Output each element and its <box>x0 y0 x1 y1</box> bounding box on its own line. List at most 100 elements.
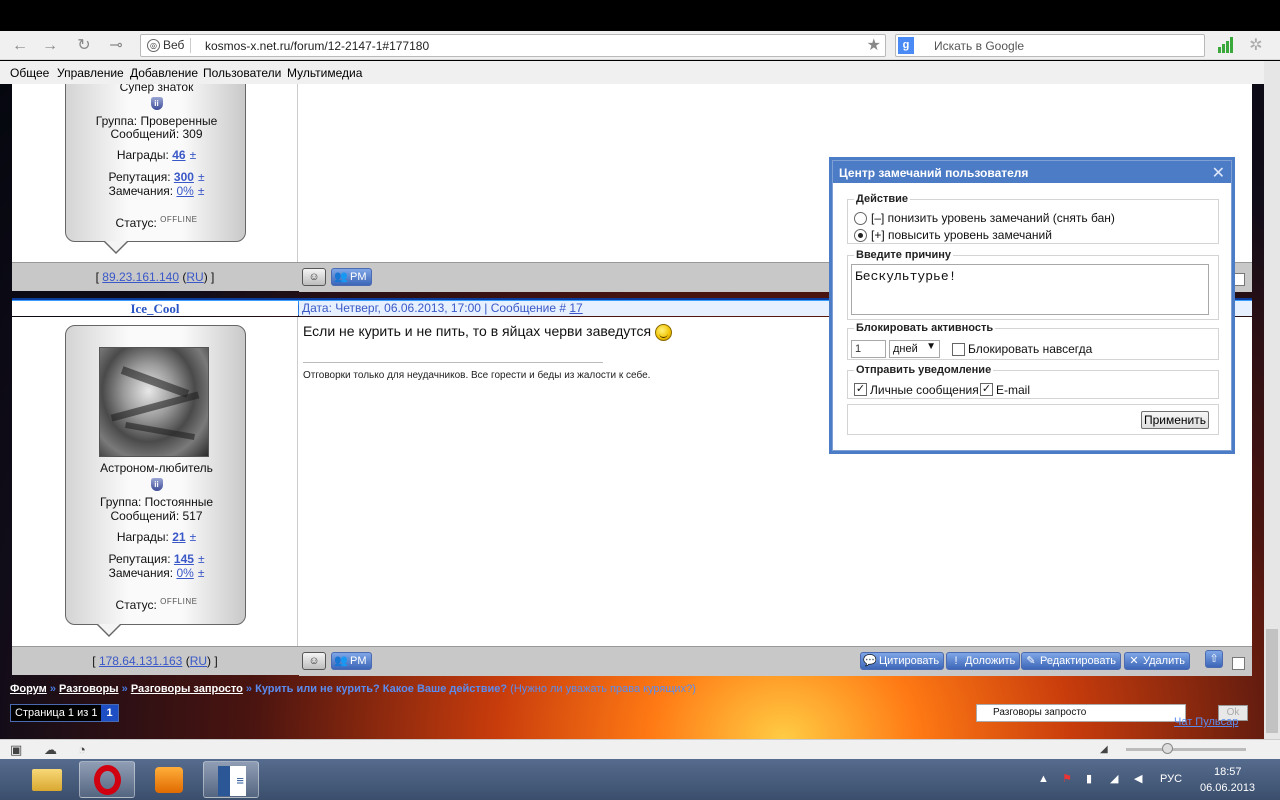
rep-plus[interactable]: ± <box>198 170 205 184</box>
profile-button[interactable]: ☺ <box>302 268 326 286</box>
country-link[interactable]: RU <box>190 654 207 668</box>
taskbar-explorer[interactable] <box>20 761 76 798</box>
username-link[interactable]: Ice_Cool <box>12 301 298 316</box>
report-button[interactable]: ! Доложить <box>946 652 1021 670</box>
tray-volume-icon[interactable]: ◀ <box>1134 772 1142 785</box>
reputation-line: Репутация: 145 ± <box>66 552 247 566</box>
avatar[interactable] <box>99 347 209 457</box>
reputation-link[interactable]: 145 <box>174 552 194 566</box>
country-link[interactable]: RU <box>186 270 203 284</box>
menu-general[interactable]: Общее <box>10 66 49 80</box>
post-number-link[interactable]: 17 <box>569 301 582 315</box>
tray-time[interactable]: 18:57 <box>1214 766 1242 778</box>
site-badge[interactable]: ◎ Веб <box>145 38 192 53</box>
pm-button[interactable]: 👥 PM <box>331 268 372 286</box>
vertical-scrollbar[interactable] <box>1264 61 1280 739</box>
warn-plus[interactable]: ± <box>198 184 205 198</box>
ip-link[interactable]: 178.64.131.163 <box>99 654 182 668</box>
reputation-link[interactable]: 300 <box>174 170 194 184</box>
signal-icon[interactable] <box>1218 37 1234 53</box>
crumb-sep: » <box>121 683 128 695</box>
forum-jump-select[interactable]: Разговоры запросто <box>976 704 1186 722</box>
delete-button[interactable]: ✕ Удалить <box>1124 652 1190 670</box>
tray-battery-icon[interactable]: ▮ <box>1086 772 1092 785</box>
bookmark-star-icon[interactable]: ★ <box>867 35 881 55</box>
taskbar-word[interactable]: ≡ <box>203 761 259 798</box>
reload-icon[interactable]: ↻ <box>74 36 94 56</box>
ip-link[interactable]: 89.23.161.140 <box>102 270 179 284</box>
block-forever-label: Блокировать навсегда <box>968 342 1093 356</box>
menu-users[interactable]: Пользователи <box>203 66 281 80</box>
forward-icon[interactable]: → <box>40 36 60 56</box>
apply-button[interactable]: Применить <box>1141 411 1209 429</box>
speed-dial-icon[interactable]: ◔ <box>78 742 86 757</box>
increase-radio[interactable] <box>854 229 867 242</box>
awards-label: Награды: <box>116 148 169 162</box>
tray-expand-icon[interactable]: ▲ <box>1038 773 1049 785</box>
scrollbar-thumb[interactable] <box>1266 629 1278 733</box>
warn-plus[interactable]: ± <box>198 566 205 580</box>
ip-line: [ 178.64.131.163 (RU) ] <box>92 654 218 668</box>
crumb-subsection[interactable]: Разговоры запросто <box>131 683 243 695</box>
awards-plus[interactable]: ± <box>190 530 197 544</box>
awards-plus[interactable]: ± <box>190 148 197 162</box>
rep-label: Репутация: <box>108 552 171 566</box>
panel-toggle-icon[interactable]: ▣ <box>10 742 22 758</box>
days-input[interactable]: 1 <box>851 340 886 358</box>
tray-date[interactable]: 06.06.2013 <box>1200 782 1255 794</box>
warnings-dialog: Центр замечаний пользователя ✕ Действие … <box>832 160 1232 451</box>
edit-button[interactable]: ✎ Редактировать <box>1021 652 1121 670</box>
notify-pm-label: Личные сообщения <box>870 383 979 397</box>
post-2-profile: Астроном-любитель ii Группа: Постоянные … <box>12 317 298 647</box>
quote-button[interactable]: 💬 Цитировать <box>860 652 945 670</box>
zoom-slider[interactable] <box>1126 743 1246 754</box>
settings-gear-icon[interactable]: ✲ <box>1246 36 1266 56</box>
menu-management[interactable]: Управление <box>57 66 124 80</box>
reason-textarea[interactable]: Бескультурье! <box>851 264 1209 315</box>
menu-multimedia[interactable]: Мультимедиа <box>287 66 362 80</box>
warn-label: Замечания: <box>108 184 174 198</box>
site-label: Веб <box>163 38 185 52</box>
post-date: Дата: Четверг, 06.06.2013, 17:00 | Сообщ… <box>302 301 567 315</box>
crumb-section[interactable]: Разговоры <box>59 683 119 695</box>
post-2-actions: ☺ 👥 PM 💬 Цитировать ! Доложить ✎ Редактирова… <box>299 647 1252 676</box>
tray-flag-icon[interactable]: ⚑ <box>1062 772 1072 785</box>
awards-link[interactable]: 21 <box>172 530 185 544</box>
cloud-icon[interactable]: ☁ <box>44 742 57 758</box>
zoom-knob[interactable] <box>1162 743 1173 754</box>
user-group: Группа: Проверенные <box>95 114 218 128</box>
url-field[interactable]: ◎ Веб kosmos-x.net.ru/forum/12-2147-1#177… <box>140 34 886 57</box>
back-icon[interactable]: ← <box>10 36 30 56</box>
warnings-link[interactable]: 0% <box>176 566 193 580</box>
notify-pm-checkbox[interactable]: ✓ <box>854 383 867 396</box>
zoom-fit-icon[interactable]: ◢ <box>1100 744 1108 755</box>
notify-email-checkbox[interactable]: ✓ <box>980 383 993 396</box>
block-forever-checkbox[interactable] <box>952 343 965 356</box>
select-checkbox[interactable] <box>1232 273 1245 286</box>
menu-add[interactable]: Добавление <box>130 66 198 80</box>
tray-network-icon[interactable]: ◢ <box>1110 772 1118 785</box>
select-checkbox[interactable] <box>1232 657 1245 670</box>
close-icon[interactable]: ✕ <box>1212 163 1225 183</box>
awards-label: Награды: <box>116 530 169 544</box>
chat-link[interactable]: Чат Пульсар <box>1174 716 1238 728</box>
decrease-radio[interactable] <box>854 212 867 225</box>
taskbar-opera[interactable] <box>79 761 135 798</box>
ip-line: [ 89.23.161.140 (RU) ] <box>95 270 215 284</box>
pm-button[interactable]: 👥 PM <box>331 652 372 670</box>
scroll-top-button[interactable]: ⇧ <box>1205 650 1223 668</box>
key-icon[interactable]: ⊸ <box>106 36 126 56</box>
search-field[interactable]: g Искать в Google <box>895 34 1205 57</box>
awards-line: Награды: 21 ± <box>66 530 247 544</box>
profile-button[interactable]: ☺ <box>302 652 326 670</box>
crumb-forum[interactable]: Форум <box>10 683 47 695</box>
taskbar-media[interactable] <box>141 761 197 798</box>
tray-language[interactable]: РУС <box>1160 773 1182 785</box>
crumb-topic: Курить или не курить? Какое Ваше действи… <box>255 683 508 695</box>
warnings-link[interactable]: 0% <box>176 184 193 198</box>
awards-link[interactable]: 46 <box>172 148 185 162</box>
unit-select[interactable]: дней ▼ <box>889 340 940 358</box>
rep-plus[interactable]: ± <box>198 552 205 566</box>
pager-page-1[interactable]: 1 <box>101 705 118 721</box>
rank-shield: ii <box>66 95 247 110</box>
